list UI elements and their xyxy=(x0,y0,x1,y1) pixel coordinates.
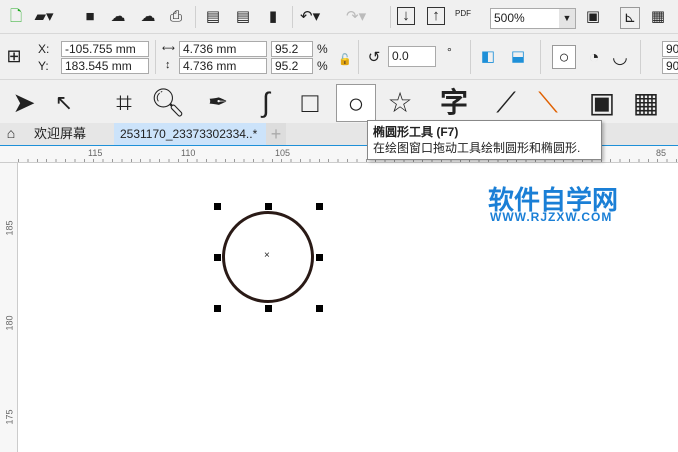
rulers-icon[interactable]: ⊾ xyxy=(620,7,640,29)
y-position-input[interactable]: 183.545 mm xyxy=(61,58,149,74)
start-angle-input[interactable]: 90 xyxy=(662,41,678,57)
polygon-tool-icon[interactable]: ☆ xyxy=(380,84,420,122)
end-angle-input[interactable]: 90 xyxy=(662,58,678,74)
dimension-tool-icon[interactable]: ⟋ xyxy=(486,84,526,122)
arc-mode-icon[interactable]: ◡ xyxy=(610,47,630,67)
percent-label: % xyxy=(317,59,328,73)
redo-icon[interactable]: ↷▾ xyxy=(346,7,366,27)
connector-tool-icon[interactable]: ⟍ xyxy=(528,84,568,122)
ruler-tick: 85 xyxy=(656,148,667,158)
grid-icon[interactable]: ▦ xyxy=(648,7,668,27)
degree-label: ° xyxy=(447,45,452,59)
save-icon[interactable]: ■ xyxy=(80,7,100,27)
print-icon[interactable]: ⎙ xyxy=(166,7,186,27)
tooltip-title: 椭圆形工具 (F7) xyxy=(373,125,459,139)
transparency-tool-icon[interactable]: ▦ xyxy=(626,84,666,122)
text-tool-icon[interactable]: 字 xyxy=(434,84,474,122)
contour-tool-icon[interactable]: ▣ xyxy=(582,84,622,122)
open-icon[interactable]: ▰▾ xyxy=(34,7,54,27)
height-icon: ↕ xyxy=(165,59,171,71)
ruler-tick: 110 xyxy=(181,148,196,158)
paste-icon[interactable]: ▮ xyxy=(263,7,283,27)
x-position-input[interactable]: -105.755 mm xyxy=(61,41,149,57)
mirror-vertical-icon[interactable]: ⬓ xyxy=(508,47,528,67)
ellipse-tool-icon[interactable]: ○ xyxy=(336,84,376,122)
scale-height-input[interactable]: 95.2 xyxy=(271,58,313,74)
shape-tool-icon[interactable]: ↖ xyxy=(44,84,84,122)
vertical-ruler[interactable]: 185 180 175 xyxy=(0,163,18,452)
lock-ratio-icon[interactable]: 🔓 xyxy=(335,50,355,70)
y-label: Y: xyxy=(38,59,49,73)
watermark-url: WWW.RJZXW.COM xyxy=(490,210,613,224)
cloud-upload-icon[interactable]: ☁ xyxy=(138,7,158,27)
mirror-horizontal-icon[interactable]: ◧ xyxy=(478,47,498,67)
ruler-tick: 180 xyxy=(4,315,15,331)
chevron-down-icon[interactable]: ▼ xyxy=(559,9,575,28)
height-input[interactable]: 4.736 mm xyxy=(179,58,267,74)
scale-width-input[interactable]: 95.2 xyxy=(271,41,313,57)
tab-document[interactable]: 2531170_23373302334..* xyxy=(114,123,266,145)
property-bar: ⊞ X: Y: -105.755 mm 183.545 mm ⟷ ↕ 4.736… xyxy=(0,34,678,80)
tooltip-description: 在绘图窗口拖动工具绘制圆形和椭圆形. xyxy=(373,141,581,155)
export-pdf-button[interactable]: PDF xyxy=(455,9,471,18)
tooltip: 椭圆形工具 (F7) 在绘图窗口拖动工具绘制圆形和椭圆形. xyxy=(367,120,602,160)
export-icon[interactable]: ↑ xyxy=(427,7,445,25)
undo-icon[interactable]: ↶▾ xyxy=(300,7,320,27)
toolbox: ➤ ↖ ⌗ 🔍︎ ✒ ∫ □ ○ ☆ 字 ⟋ ⟍ ▣ ▦ xyxy=(0,80,678,123)
selection-handle[interactable] xyxy=(265,203,272,210)
rotation-input[interactable]: 0.0 xyxy=(388,46,436,67)
percent-label: % xyxy=(317,42,328,56)
cut-icon[interactable]: ▤ xyxy=(203,7,223,27)
ruler-tick: 185 xyxy=(4,220,15,236)
import-icon[interactable]: ↓ xyxy=(397,7,415,25)
selection-handle[interactable] xyxy=(214,254,221,261)
standard-toolbar: 🗋 ▰▾ ■ ☁ ☁ ⎙ ▤ ▤ ▮ ↶▾ ↷▾ ↓ ↑ PDF 500% ▼ … xyxy=(0,0,678,34)
selection-handle[interactable] xyxy=(265,305,272,312)
cloud-download-icon[interactable]: ☁ xyxy=(108,7,128,27)
crop-tool-icon[interactable]: ⌗ xyxy=(104,84,144,122)
width-input[interactable]: 4.736 mm xyxy=(179,41,267,57)
selection-handle[interactable] xyxy=(316,305,323,312)
pen-tool-icon[interactable]: ✒ xyxy=(198,84,238,122)
freehand-tool-icon[interactable]: ∫ xyxy=(246,84,286,122)
pie-mode-icon[interactable]: ◔ xyxy=(584,47,604,67)
ruler-tick: 115 xyxy=(88,148,103,158)
x-label: X: xyxy=(38,42,50,56)
selection-handle[interactable] xyxy=(214,203,221,210)
ellipse-mode-icon[interactable]: ○ xyxy=(552,45,576,69)
selection-handle[interactable] xyxy=(316,203,323,210)
full-screen-icon[interactable]: ▣ xyxy=(583,7,603,27)
selection-handle[interactable] xyxy=(214,305,221,312)
anchor-point-icon[interactable]: ⊞ xyxy=(4,46,24,66)
center-marker-icon: × xyxy=(264,250,270,261)
rectangle-tool-icon[interactable]: □ xyxy=(290,84,330,122)
width-icon: ⟷ xyxy=(162,43,175,53)
rotate-icon: ↺ xyxy=(367,49,381,66)
selection-handle[interactable] xyxy=(316,254,323,261)
zoom-tool-icon[interactable]: 🔍︎ xyxy=(148,84,188,122)
home-icon[interactable]: ⌂ xyxy=(0,125,22,141)
ruler-tick: 175 xyxy=(4,409,15,425)
new-document-icon[interactable]: 🗋 xyxy=(6,7,26,27)
pick-tool-icon[interactable]: ➤ xyxy=(4,84,44,122)
add-tab-button[interactable]: + xyxy=(266,123,286,145)
tab-welcome[interactable]: 欢迎屏幕 xyxy=(22,123,114,145)
copy-icon[interactable]: ▤ xyxy=(233,7,253,27)
ruler-tick: 105 xyxy=(275,148,291,158)
